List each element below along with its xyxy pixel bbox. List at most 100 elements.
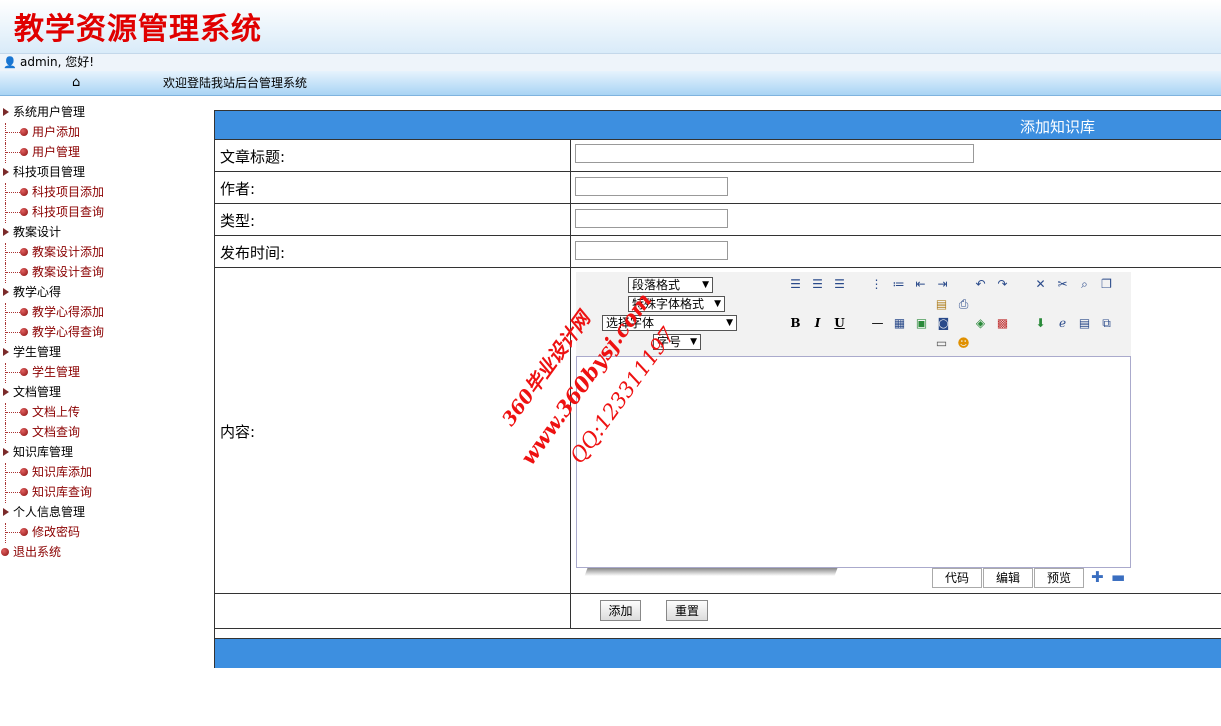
paragraph-format-select[interactable]: 段落格式 ▼ [628,277,713,293]
tab-code[interactable]: 代码 [932,568,982,588]
sidebar-item-doc-query[interactable]: 文档查询 [0,423,205,443]
article-title-input[interactable] [575,144,974,163]
rich-text-editor: 段落格式 ▼ 特殊字体格式 ▼ 选择字体 ▼ 字号 ▼ ☰ ☰ ☰ ⋮ ≔ ⇤ ⇥ ↶ … [576,272,1131,592]
sidebar-item-notes-add[interactable]: 教学心得添加 [0,303,205,323]
align-center-icon[interactable]: ☰ [809,276,826,292]
tree-group-knowledge[interactable]: 知识库管理 [0,443,205,463]
tree-arrow-icon [3,448,9,456]
insert-media-icon[interactable]: ◙ [935,315,952,331]
sidebar-item-lesson-query[interactable]: 教案设计查询 [0,263,205,283]
paragraph-format-value: 段落格式 [632,278,681,292]
type-input[interactable] [575,209,728,228]
dropdown-arrow-icon: ▼ [702,280,709,290]
align-right-icon[interactable]: ☰ [831,276,848,292]
sidebar-item-lesson-add[interactable]: 教案设计添加 [0,243,205,263]
undo-icon[interactable]: ↶ [972,276,989,292]
tree-arrow-icon [3,168,9,176]
tree-group-sys-users[interactable]: 系统用户管理 [0,103,205,123]
tree-group-lesson-design[interactable]: 教案设计 [0,223,205,243]
font-size-select[interactable]: 字号 ▼ [653,334,701,350]
tree-group-documents[interactable]: 文档管理 [0,383,205,403]
sidebar-item-knowledge-add[interactable]: 知识库添加 [0,463,205,483]
dropdown-arrow-icon: ▼ [690,337,697,347]
shrink-editor-icon[interactable]: ▬ [1111,568,1125,586]
sidebar-item-label: 学生管理 [32,365,81,379]
tree-arrow-icon [3,288,9,296]
tree-group-students[interactable]: 学生管理 [0,343,205,363]
sidebar-item-knowledge-query[interactable]: 知识库查询 [0,483,205,503]
indent-icon[interactable]: ⇥ [934,276,951,292]
special-format-select[interactable]: 特殊字体格式 ▼ [628,296,725,312]
color-palette-icon[interactable]: ▩ [994,315,1011,331]
font-select[interactable]: 选择字体 ▼ [602,315,737,331]
title-label: 文章标题: [220,148,286,166]
sidebar-item-student-manage[interactable]: 学生管理 [0,363,205,383]
numbered-list-icon[interactable]: ≔ [890,276,907,292]
horizontal-rule-icon[interactable]: — [869,315,886,331]
bold-button[interactable]: B [787,315,804,331]
insert-file-icon[interactable]: ⬇ [1032,315,1049,331]
tab-edit[interactable]: 编辑 [983,568,1033,588]
editor-content-area[interactable] [576,356,1131,568]
delete-icon[interactable]: ✕ [1032,276,1049,292]
insert-image-icon[interactable]: ▣ [913,315,930,331]
home-icon[interactable]: ⌂ [72,71,80,95]
form-footer [215,638,1221,668]
sidebar-item-user-add[interactable]: 用户添加 [0,123,205,143]
tree-group-projects[interactable]: 科技项目管理 [0,163,205,183]
sidebar-item-label: 科技项目添加 [32,185,105,199]
bullet-icon [1,548,9,556]
copy-icon[interactable]: ❐ [1098,276,1115,292]
sidebar-item-label: 知识库添加 [32,465,93,479]
italic-button[interactable]: I [809,315,826,331]
tree-group-teaching-notes[interactable]: 教学心得 [0,283,205,303]
insert-link-icon[interactable]: ℯ [1054,315,1071,331]
preview-page-icon[interactable]: ⧉ [1098,315,1115,331]
find-icon[interactable]: ⌕ [1076,276,1093,292]
print-icon[interactable]: ⎙ [955,296,972,312]
bullet-icon [20,308,28,316]
outdent-icon[interactable]: ⇤ [912,276,929,292]
emoticon-icon[interactable]: ☻ [955,335,972,351]
sidebar-item-user-manage[interactable]: 用户管理 [0,143,205,163]
enlarge-editor-icon[interactable]: ✚ [1091,568,1104,586]
font-size-value: 字号 [657,335,682,349]
tree-arrow-icon [3,388,9,396]
insert-table-icon[interactable]: ▦ [891,315,908,331]
bullet-icon [20,128,28,136]
redo-icon[interactable]: ↷ [994,276,1011,292]
bullet-icon [20,368,28,376]
sidebar-item-notes-query[interactable]: 教学心得查询 [0,323,205,343]
editor-shadow [584,568,838,576]
sidebar-item-label: 退出系统 [13,545,62,559]
tree-arrow-icon [3,228,9,236]
tab-preview[interactable]: 预览 [1034,568,1084,588]
cut-icon[interactable]: ✂ [1054,276,1071,292]
align-left-icon[interactable]: ☰ [787,276,804,292]
reset-button[interactable]: 重置 [666,600,708,621]
publish-time-input[interactable] [575,241,728,260]
calendar-icon[interactable]: ▭ [933,335,950,351]
sidebar-item-label: 修改密码 [32,525,81,539]
insert-form-icon[interactable]: ▤ [1076,315,1093,331]
sidebar-item-project-query[interactable]: 科技项目查询 [0,203,205,223]
submit-button[interactable]: 添加 [600,600,641,621]
underline-button[interactable]: U [831,315,848,331]
row-time: 发布时间: [215,236,1221,268]
sidebar-item-label: 教学心得添加 [32,305,105,319]
author-input[interactable] [575,177,728,196]
row-title: 文章标题: [215,140,1221,172]
user-icon: 👤 [3,56,17,69]
sidebar-item-project-add[interactable]: 科技项目添加 [0,183,205,203]
sidebar-item-label: 知识库查询 [32,485,93,499]
special-format-value: 特殊字体格式 [632,297,705,311]
tree-group-profile[interactable]: 个人信息管理 [0,503,205,523]
insert-flash-icon[interactable]: ◈ [972,315,989,331]
bullet-list-icon[interactable]: ⋮ [868,276,885,292]
sidebar-item-doc-upload[interactable]: 文档上传 [0,403,205,423]
sidebar-item-change-password[interactable]: 修改密码 [0,523,205,543]
paste-icon[interactable]: ▤ [933,296,950,312]
sidebar-item-logout[interactable]: 退出系统 [0,543,205,563]
form-header: 添加知识库 [215,111,1221,140]
form-title: 添加知识库 [1020,118,1096,136]
